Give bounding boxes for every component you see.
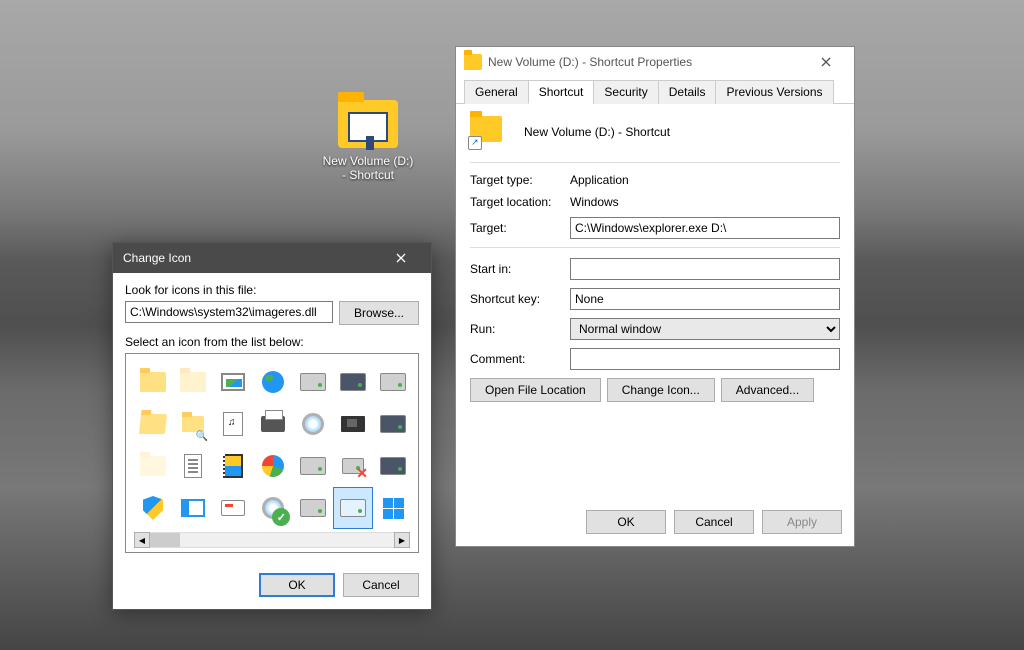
open-file-location-button[interactable]: Open File Location [470, 378, 601, 402]
icon-folder-open[interactable] [134, 404, 172, 444]
cancel-button[interactable]: Cancel [674, 510, 754, 534]
icon-drive-delete[interactable] [334, 446, 372, 486]
icon-drive-4[interactable] [294, 488, 332, 528]
icon-drive[interactable] [294, 362, 332, 402]
icon-folder-light[interactable] [174, 362, 212, 402]
properties-title: New Volume (D:) - Shortcut Properties [488, 55, 692, 69]
target-location-label: Target location: [470, 195, 570, 209]
icon-network-globe[interactable] [254, 362, 292, 402]
browse-button[interactable]: Browse... [339, 301, 419, 325]
icon-drive-selected[interactable] [334, 488, 372, 528]
icon-file-path-input[interactable] [125, 301, 333, 323]
folder-icon [464, 54, 482, 70]
icon-folder[interactable] [134, 362, 172, 402]
change-icon-titlebar[interactable]: Change Icon [113, 243, 431, 273]
change-icon-title: Change Icon [123, 251, 191, 265]
icon-drive-grey[interactable] [374, 362, 412, 402]
icon-picture[interactable] [214, 362, 252, 402]
run-select[interactable]: Normal window [570, 318, 840, 340]
change-icon-dialog: Change Icon Look for icons in this file:… [112, 242, 432, 610]
tab-security[interactable]: Security [593, 80, 658, 104]
icon-drive-dark[interactable] [374, 404, 412, 444]
close-button[interactable] [381, 243, 421, 273]
scroll-thumb[interactable] [150, 533, 180, 547]
shortcutkey-label: Shortcut key: [470, 292, 570, 306]
shortcut-folder-icon [338, 100, 398, 150]
startin-input[interactable] [570, 258, 840, 280]
target-location-value: Windows [570, 195, 619, 209]
look-for-label: Look for icons in this file: [125, 283, 419, 297]
ok-button[interactable]: OK [586, 510, 666, 534]
scroll-left-button[interactable]: ◀ [134, 532, 150, 548]
shortcut-properties-dialog: New Volume (D:) - Shortcut Properties Ge… [455, 46, 855, 547]
icon-drive-3[interactable] [374, 446, 412, 486]
shortcut-name: New Volume (D:) - Shortcut [524, 125, 670, 139]
target-type-value: Application [570, 173, 629, 187]
target-input[interactable] [570, 217, 840, 239]
target-type-label: Target type: [470, 173, 570, 187]
icon-panel[interactable] [174, 488, 212, 528]
icon-chart[interactable] [254, 446, 292, 486]
icon-folder-search[interactable] [174, 404, 212, 444]
tab-previous-versions[interactable]: Previous Versions [715, 80, 833, 104]
icon-disc-check[interactable] [254, 488, 292, 528]
comment-input[interactable] [570, 348, 840, 370]
icon-list-scrollbar[interactable]: ◀ ▶ [134, 532, 410, 548]
target-label: Target: [470, 221, 570, 235]
cancel-button[interactable]: Cancel [343, 573, 419, 597]
shortcut-label: New Volume (D:) - Shortcut [320, 154, 416, 182]
shortcut-large-icon [470, 116, 506, 148]
close-button[interactable] [806, 48, 846, 76]
select-icon-label: Select an icon from the list below: [125, 335, 419, 349]
icon-drive-2[interactable] [294, 446, 332, 486]
run-label: Run: [470, 322, 570, 336]
comment-label: Comment: [470, 352, 570, 366]
change-icon-button[interactable]: Change Icon... [607, 378, 715, 402]
icon-drive-external[interactable] [334, 362, 372, 402]
icon-shield[interactable] [134, 488, 172, 528]
properties-titlebar[interactable]: New Volume (D:) - Shortcut Properties [456, 47, 854, 77]
icon-list[interactable]: ◀ ▶ [125, 353, 419, 553]
apply-button[interactable]: Apply [762, 510, 842, 534]
icon-card[interactable] [214, 488, 252, 528]
tab-shortcut[interactable]: Shortcut [528, 80, 595, 104]
icon-video-file[interactable] [214, 446, 252, 486]
icon-document[interactable] [174, 446, 212, 486]
scroll-right-button[interactable]: ▶ [394, 532, 410, 548]
startin-label: Start in: [470, 262, 570, 276]
desktop-shortcut[interactable]: New Volume (D:) - Shortcut [320, 100, 416, 182]
tab-details[interactable]: Details [658, 80, 717, 104]
properties-tabs: General Shortcut Security Details Previo… [456, 77, 854, 104]
tab-general[interactable]: General [464, 80, 529, 104]
ok-button[interactable]: OK [259, 573, 335, 597]
shortcutkey-input[interactable] [570, 288, 840, 310]
advanced-button[interactable]: Advanced... [721, 378, 814, 402]
icon-printer[interactable] [254, 404, 292, 444]
icon-chip[interactable] [334, 404, 372, 444]
icon-windows[interactable] [374, 488, 412, 528]
icon-music-file[interactable] [214, 404, 252, 444]
icon-disc[interactable] [294, 404, 332, 444]
icon-folder-faint[interactable] [134, 446, 172, 486]
